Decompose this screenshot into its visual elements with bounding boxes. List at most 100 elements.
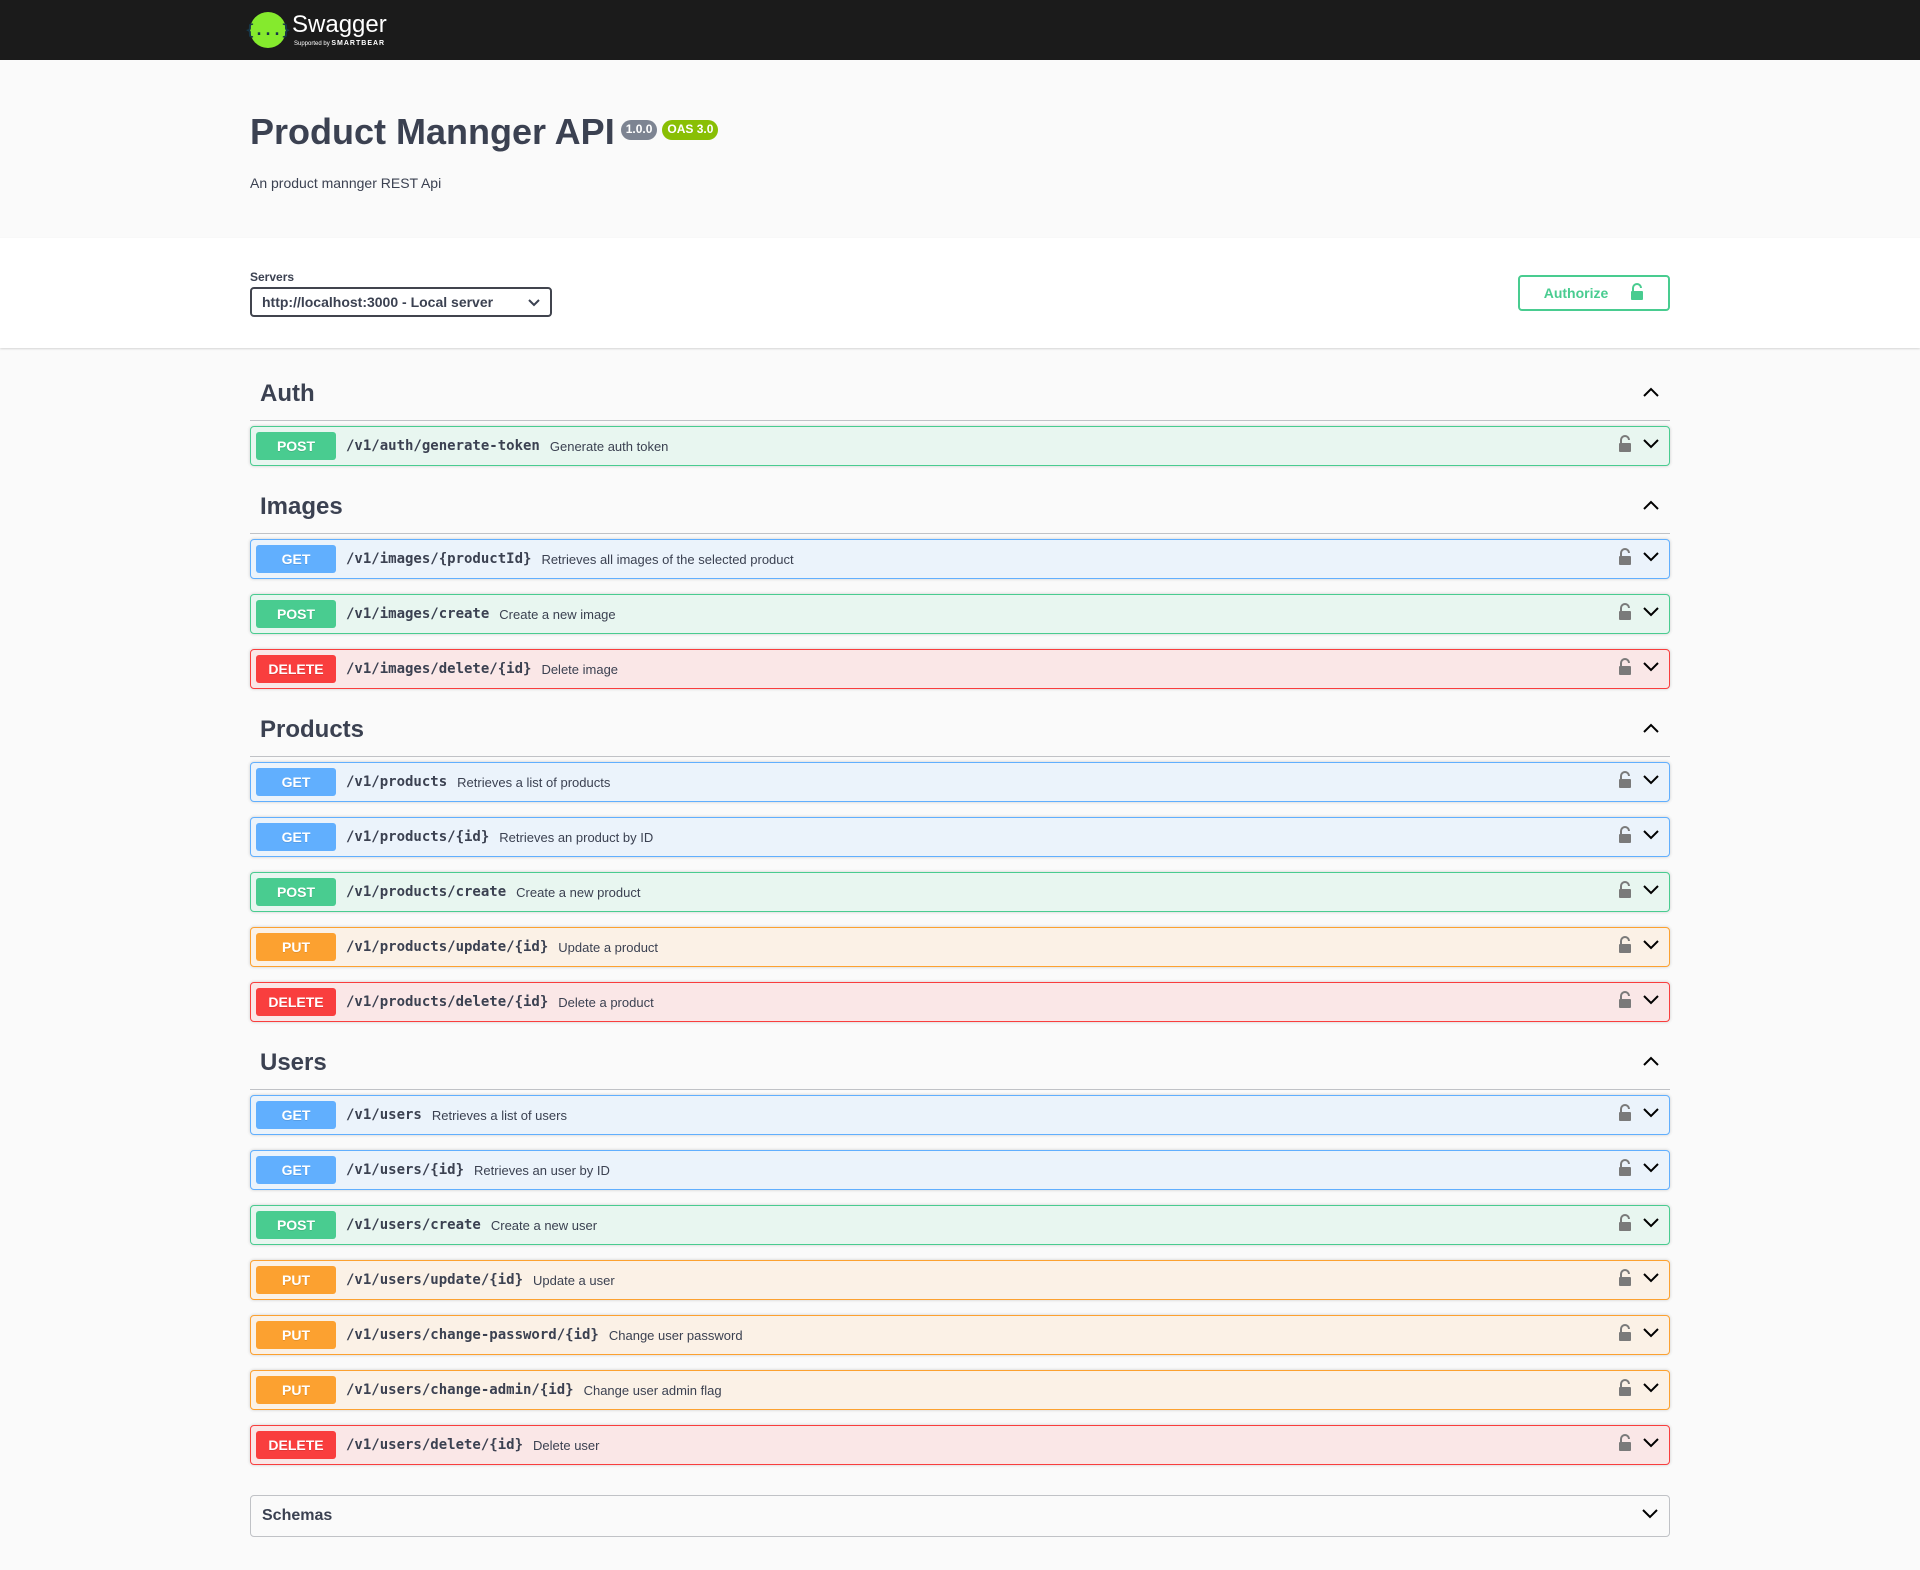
operation-path: /v1/products/delete/{id} (346, 994, 549, 1010)
operation-path: /v1/products/update/{id} (346, 939, 549, 955)
operation-path: /v1/users/change-password/{id} (346, 1327, 599, 1343)
chevron-down-icon[interactable] (1642, 1106, 1660, 1124)
operation-path: /v1/products/create (346, 884, 507, 900)
tag-section-images: Images GET/v1/images/{productId} Retrieves… (250, 481, 1670, 689)
chevron-up-icon[interactable] (1642, 721, 1660, 739)
method-badge: GET (256, 545, 336, 573)
operation-row[interactable]: POST/v1/images/create Create a new image (250, 594, 1670, 634)
lock-icon[interactable] (1618, 1213, 1632, 1237)
operation-summary: Delete a product (558, 994, 654, 1010)
operation-row[interactable]: DELETE/v1/users/delete/{id} Delete user (250, 1425, 1670, 1465)
swagger-logo[interactable]: {...} Swagger Supported by SMARTBEAR (245, 11, 387, 48)
tag-name: Images (260, 493, 343, 520)
lock-icon[interactable] (1618, 1378, 1632, 1402)
lock-icon[interactable] (1618, 880, 1632, 904)
operation-row[interactable]: PUT/v1/users/change-admin/{id} Change use… (250, 1370, 1670, 1410)
tag-header[interactable]: Users (250, 1037, 1670, 1090)
schemas-section[interactable]: Schemas (250, 1495, 1670, 1537)
unlock-icon (1630, 282, 1644, 304)
tag-name: Auth (260, 380, 315, 407)
topbar: {...} Swagger Supported by SMARTBEAR (0, 0, 1920, 60)
operation-row[interactable]: GET/v1/users Retrieves a list of users (250, 1095, 1670, 1135)
operation-path: /v1/images/create (346, 606, 490, 622)
version-badge: 1.0.0 (620, 120, 658, 140)
lock-icon[interactable] (1618, 1103, 1632, 1127)
servers-select[interactable]: http://localhost:3000 - Local server (250, 286, 552, 317)
chevron-down-icon[interactable] (1642, 660, 1660, 678)
operation-summary: Create a new product (516, 884, 641, 900)
operation-row[interactable]: POST/v1/users/create Create a new user (250, 1205, 1670, 1245)
method-badge: DELETE (256, 655, 336, 683)
lock-icon[interactable] (1618, 1323, 1632, 1347)
operation-row[interactable]: DELETE/v1/images/delete/{id} Delete image (250, 649, 1670, 689)
operation-path: /v1/products/{id} (346, 829, 490, 845)
lock-icon[interactable] (1618, 657, 1632, 681)
operation-row[interactable]: GET/v1/products/{id} Retrieves an product… (250, 817, 1670, 857)
operation-summary: Update a product (558, 939, 659, 955)
operation-row[interactable]: GET/v1/images/{productId} Retrieves all i… (250, 539, 1670, 579)
chevron-down-icon[interactable] (1641, 1507, 1659, 1525)
chevron-down-icon[interactable] (1642, 1326, 1660, 1344)
chevron-down-icon (528, 294, 540, 310)
tag-section-users: Users GET/v1/users Retrieves a list of use… (250, 1037, 1670, 1465)
lock-icon[interactable] (1618, 1158, 1632, 1182)
lock-icon[interactable] (1618, 434, 1632, 458)
operation-summary: Retrieves an user by ID (474, 1162, 610, 1178)
lock-icon[interactable] (1618, 825, 1632, 849)
operation-path: /v1/users/change-admin/{id} (346, 1382, 574, 1398)
tag-name: Products (260, 716, 365, 743)
method-badge: PUT (256, 933, 336, 961)
method-badge: POST (256, 432, 336, 460)
chevron-up-icon[interactable] (1642, 498, 1660, 516)
chevron-down-icon[interactable] (1642, 605, 1660, 623)
chevron-down-icon[interactable] (1642, 938, 1660, 956)
method-badge: POST (256, 878, 336, 906)
chevron-down-icon[interactable] (1642, 1216, 1660, 1234)
lock-icon[interactable] (1618, 990, 1632, 1014)
lock-icon[interactable] (1618, 1433, 1632, 1457)
operation-row[interactable]: POST/v1/products/create Create a new prod… (250, 872, 1670, 912)
chevron-down-icon[interactable] (1642, 1271, 1660, 1289)
chevron-down-icon[interactable] (1642, 773, 1660, 791)
chevron-down-icon[interactable] (1642, 550, 1660, 568)
tag-header[interactable]: Images (250, 481, 1670, 534)
operation-row[interactable]: DELETE/v1/products/delete/{id} Delete a p… (250, 982, 1670, 1022)
chevron-down-icon[interactable] (1642, 1161, 1660, 1179)
logo-name: Swagger (292, 11, 387, 38)
authorize-label: Authorize (1543, 285, 1609, 301)
lock-icon[interactable] (1618, 1268, 1632, 1292)
chevron-down-icon[interactable] (1642, 883, 1660, 901)
operation-row[interactable]: GET/v1/users/{id} Retrieves an user by ID (250, 1150, 1670, 1190)
scheme-container: Servers http://localhost:3000 - Local se… (0, 238, 1920, 348)
api-info: Product Mannger API 1.0.0 OAS 3.0 An pro… (0, 60, 1920, 238)
logo-subtitle: Supported by SMARTBEAR (294, 40, 386, 47)
chevron-down-icon[interactable] (1642, 437, 1660, 455)
lock-icon[interactable] (1618, 547, 1632, 571)
method-badge: PUT (256, 1321, 336, 1349)
chevron-down-icon[interactable] (1642, 828, 1660, 846)
operation-path: /v1/users/delete/{id} (346, 1437, 524, 1453)
lock-icon[interactable] (1618, 770, 1632, 794)
method-badge: POST (256, 600, 336, 628)
operation-summary: Change user admin flag (583, 1382, 722, 1398)
operation-row[interactable]: POST/v1/auth/generate-token Generate auth… (250, 426, 1670, 466)
authorize-button[interactable]: Authorize (1518, 275, 1670, 311)
tag-header[interactable]: Auth (250, 368, 1670, 421)
chevron-down-icon[interactable] (1642, 1436, 1660, 1454)
operation-row[interactable]: PUT/v1/products/update/{id} Update a prod… (250, 927, 1670, 967)
tag-header[interactable]: Products (250, 704, 1670, 757)
chevron-up-icon[interactable] (1642, 385, 1660, 403)
oas-badge: OAS 3.0 (662, 120, 719, 140)
tag-name: Users (260, 1049, 327, 1076)
operation-path: /v1/users/{id} (346, 1162, 465, 1178)
lock-icon[interactable] (1618, 602, 1632, 626)
chevron-down-icon[interactable] (1642, 1381, 1660, 1399)
operation-row[interactable]: PUT/v1/users/update/{id} Update a user (250, 1260, 1670, 1300)
chevron-down-icon[interactable] (1642, 993, 1660, 1011)
method-badge: PUT (256, 1266, 336, 1294)
lock-icon[interactable] (1618, 935, 1632, 959)
operation-summary: Change user password (608, 1327, 743, 1343)
operation-row[interactable]: PUT/v1/users/change-password/{id} Change … (250, 1315, 1670, 1355)
chevron-up-icon[interactable] (1642, 1054, 1660, 1072)
operation-row[interactable]: GET/v1/products Retrieves a list of produ… (250, 762, 1670, 802)
